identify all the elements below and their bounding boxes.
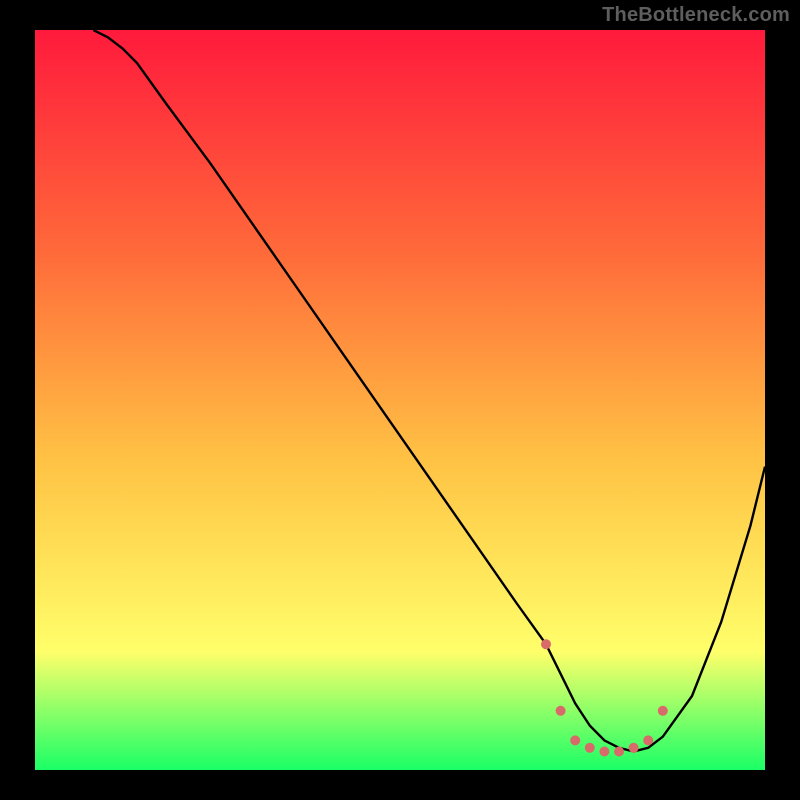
trough-marker [570,735,580,745]
trough-marker [541,639,551,649]
plot-area [35,30,765,770]
chart-svg [35,30,765,770]
watermark-text: TheBottleneck.com [602,4,790,27]
trough-marker [614,747,624,757]
trough-marker [643,735,653,745]
gradient-background [35,30,765,770]
chart-frame: TheBottleneck.com [0,0,800,800]
trough-marker [599,747,609,757]
trough-marker [629,743,639,753]
trough-marker [585,743,595,753]
trough-marker [556,706,566,716]
trough-marker [658,706,668,716]
